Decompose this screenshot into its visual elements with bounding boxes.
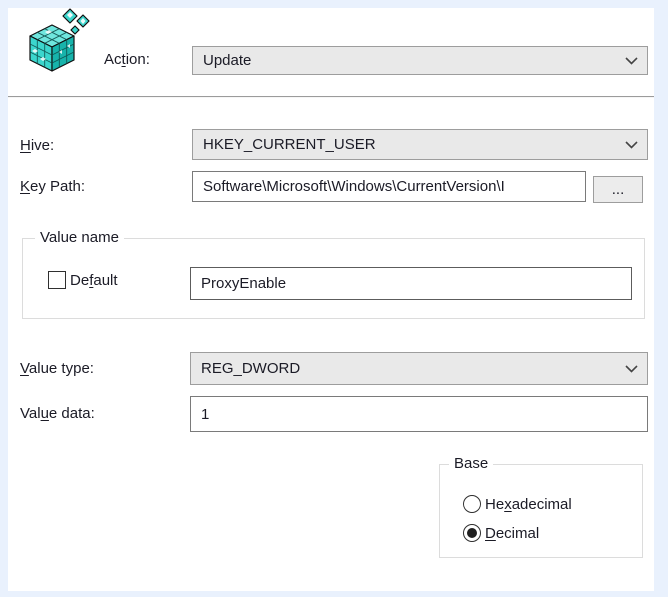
value-data-input[interactable]: 1 (190, 396, 648, 432)
key-path-input[interactable]: Software\Microsoft\Windows\CurrentVersio… (192, 171, 586, 202)
action-label: Action: (104, 51, 150, 69)
value-type-select[interactable]: REG_DWORD (190, 352, 648, 385)
registry-properties-dialog: Action: Update Hive: HKEY_CURRENT_USER K… (0, 0, 668, 597)
decimal-radio[interactable] (463, 524, 481, 542)
default-checkbox[interactable] (48, 271, 66, 289)
value-name-input[interactable]: ProxyEnable (190, 267, 632, 300)
decimal-radio-label: Decimal (485, 525, 539, 543)
value-name-value: ProxyEnable (201, 275, 286, 292)
browse-button[interactable]: ... (593, 176, 643, 203)
value-type-label: Value type: (20, 360, 94, 378)
hive-select[interactable]: HKEY_CURRENT_USER (192, 129, 648, 160)
key-path-label: Key Path: (20, 178, 85, 196)
value-data-value: 1 (201, 406, 209, 423)
registry-cube-icon (26, 8, 90, 76)
default-checkbox-label: Default (70, 272, 118, 290)
base-group-title: Base (449, 455, 493, 473)
chevron-down-icon (625, 57, 638, 65)
hive-select-value: HKEY_CURRENT_USER (203, 136, 376, 153)
separator (8, 96, 654, 98)
value-data-label: Value data: (20, 405, 95, 423)
key-path-value: Software\Microsoft\Windows\CurrentVersio… (203, 178, 505, 195)
action-select[interactable]: Update (192, 46, 648, 75)
hexadecimal-radio[interactable] (463, 495, 481, 513)
browse-button-label: ... (612, 181, 625, 198)
registry-icon (26, 8, 90, 76)
action-select-value: Update (203, 52, 251, 69)
chevron-down-icon (625, 365, 638, 373)
hive-label: Hive: (20, 137, 54, 155)
chevron-down-icon (625, 141, 638, 149)
value-type-select-value: REG_DWORD (201, 360, 300, 377)
hexadecimal-radio-label: Hexadecimal (485, 496, 572, 514)
value-name-group-title: Value name (35, 229, 124, 247)
